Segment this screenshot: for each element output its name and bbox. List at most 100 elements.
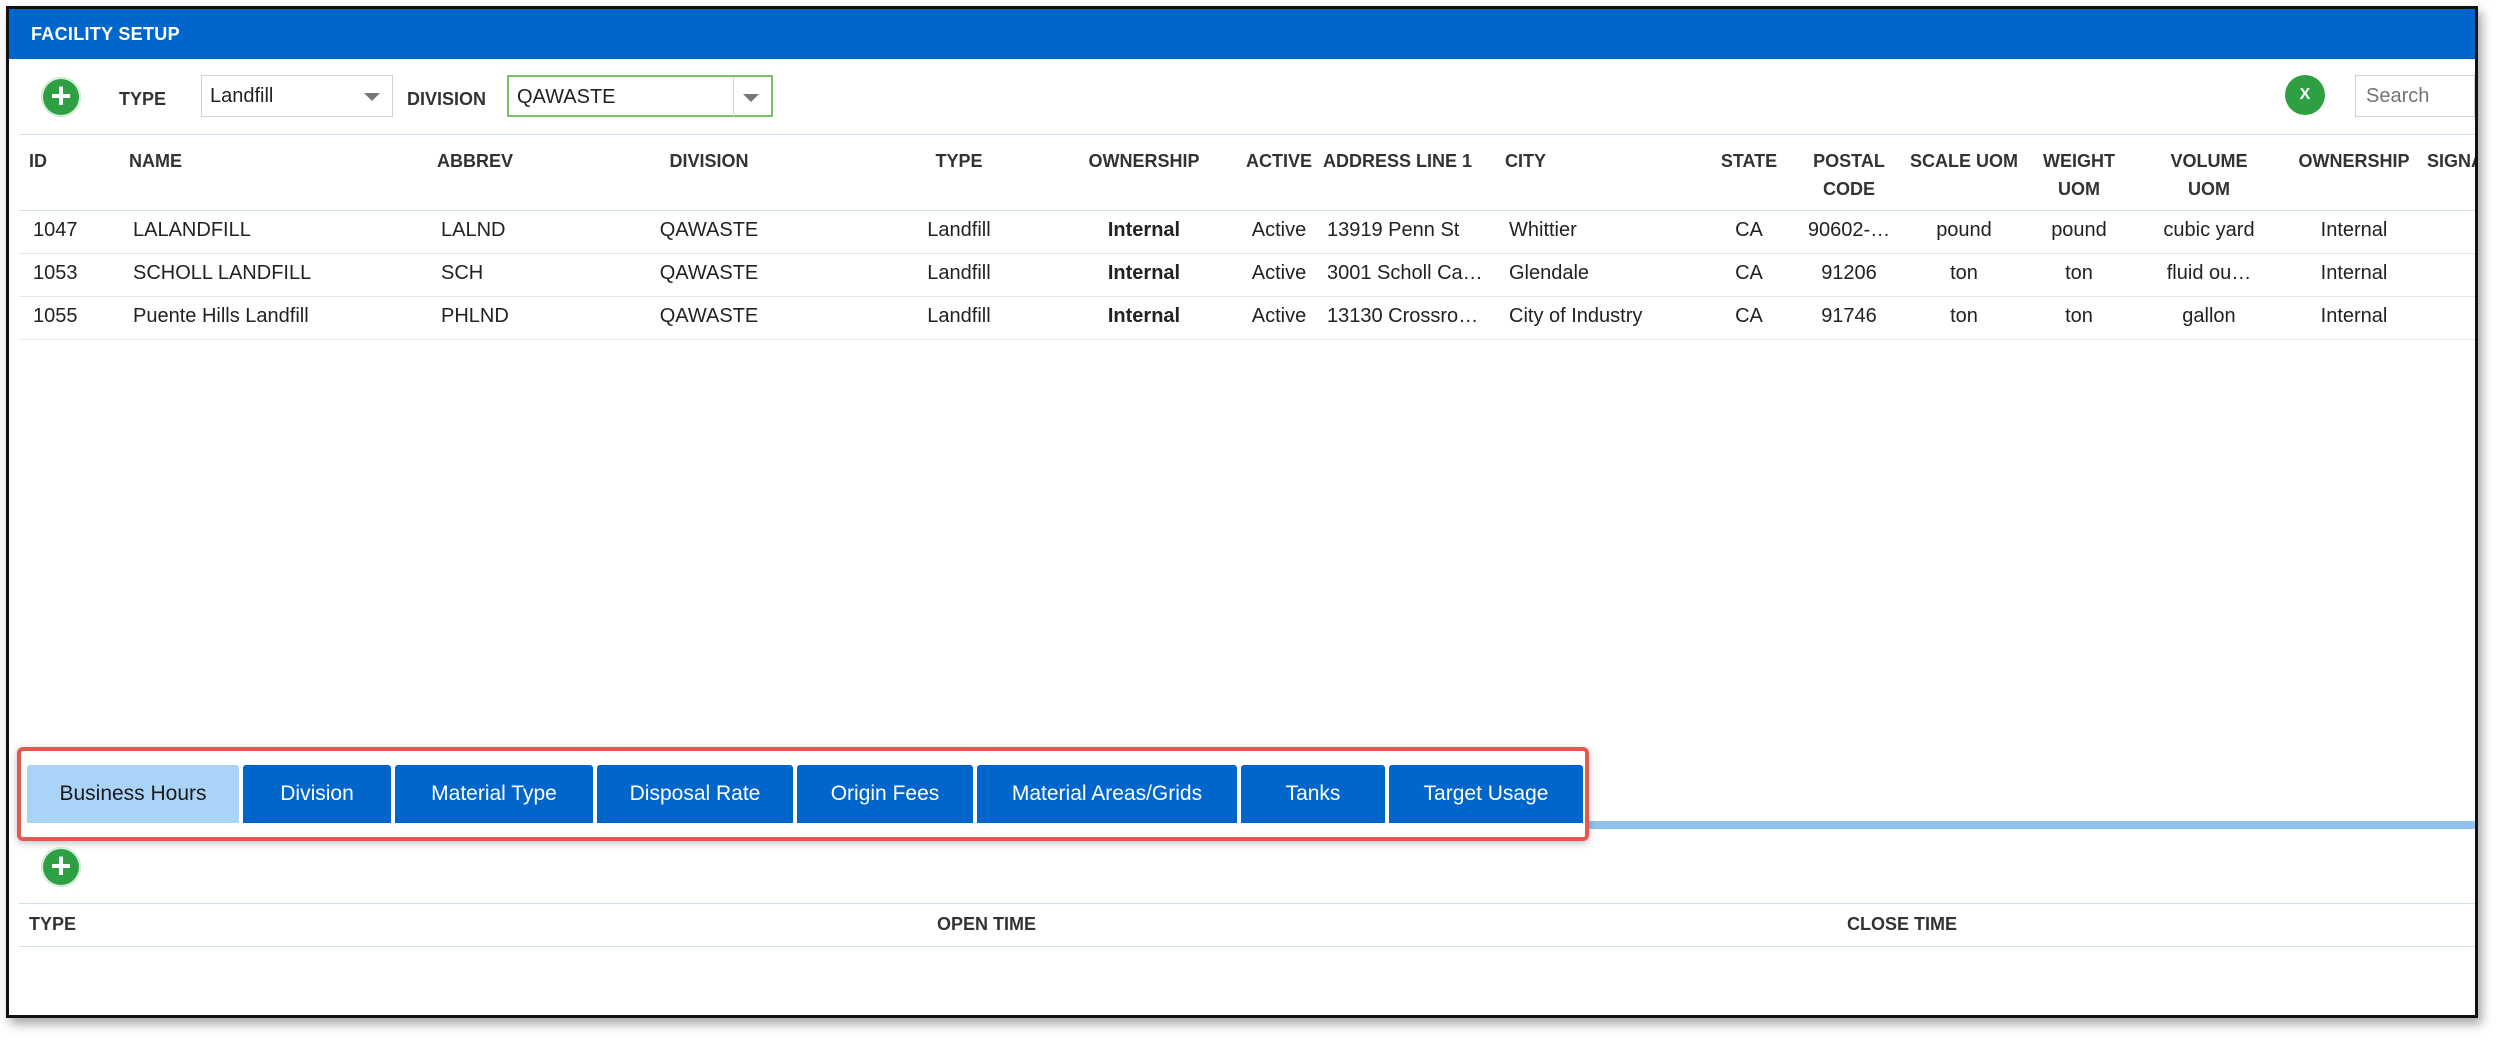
cell-type: Landfill [927, 305, 991, 327]
cell-type: Landfill [927, 219, 991, 241]
type-dropdown-value: Landfill [210, 85, 274, 107]
col-address[interactable]: ADDRESS LINE 1 [1323, 147, 1472, 175]
cell-state: CA [1735, 219, 1763, 241]
division-dropdown-value: QAWASTE [517, 86, 616, 108]
type-label: TYPE [119, 89, 167, 109]
cell-volume-uom: fluid ou… [2166, 262, 2252, 284]
cell-division: QAWASTE [659, 305, 759, 327]
col-volume-uom-line2: UOM [2188, 179, 2230, 199]
tab-disposal-rate[interactable]: Disposal Rate [597, 765, 793, 823]
add-facility-button[interactable]: + [41, 77, 81, 117]
cell-weight-uom: ton [2065, 305, 2093, 327]
cell-active: Active [1251, 262, 1307, 284]
cell-volume-uom: gallon [2182, 305, 2236, 327]
cell-ownership2: Internal [2320, 305, 2388, 327]
table-row[interactable]: 1047 LALANDFILL LALND QAWASTE Landfill Intern… [19, 211, 2475, 254]
cell-abbrev: PHLND [441, 305, 509, 327]
cell-ownership: Internal [1107, 262, 1181, 284]
cell-division: QAWASTE [659, 262, 759, 284]
cell-abbrev: LALND [441, 219, 506, 241]
cell-city: Glendale [1509, 262, 1590, 284]
cell-type: Landfill [927, 262, 991, 284]
page-title: FACILITY SETUP [9, 9, 2475, 59]
plus-circle-icon: + [50, 75, 72, 116]
cell-postal: 90602-… [1807, 219, 1891, 241]
col-state[interactable]: STATE [1709, 147, 1789, 175]
col-volume-uom-line1: VOLUME [2170, 151, 2248, 171]
cell-id: 1055 [33, 305, 78, 327]
cell-id: 1053 [33, 262, 78, 284]
cell-ownership: Internal [1107, 305, 1181, 327]
table-row[interactable]: 1055 Puente Hills Landfill PHLND QAWASTE Lan… [19, 297, 2475, 340]
col-city[interactable]: CITY [1505, 147, 1546, 175]
tab-origin-fees[interactable]: Origin Fees [797, 765, 973, 823]
col-weight-uom[interactable]: WEIGHT UOM [2029, 147, 2129, 203]
col-signature[interactable]: SIGNA [2427, 147, 2475, 175]
col-active[interactable]: ACTIVE [1229, 147, 1329, 175]
cell-postal: 91206 [1821, 262, 1877, 284]
cell-postal: 91746 [1821, 305, 1877, 327]
cell-state: CA [1735, 262, 1763, 284]
cell-city: Whittier [1509, 219, 1577, 241]
col-postal-code[interactable]: POSTAL CODE [1799, 147, 1899, 203]
col-close-time[interactable]: CLOSE TIME [1847, 914, 1957, 935]
facility-grid: ID NAME ABBREV DIVISION TYPE OWNERSHIP A… [19, 137, 2475, 340]
cell-active: Active [1251, 219, 1307, 241]
excel-export-icon[interactable]: X [2285, 75, 2325, 115]
tab-business-hours[interactable]: Business Hours [27, 765, 239, 823]
division-label: DIVISION [407, 89, 487, 109]
col-ownership[interactable]: OWNERSHIP [1079, 147, 1209, 175]
business-hours-header: TYPE OPEN TIME CLOSE TIME [19, 903, 2475, 947]
tab-division[interactable]: Division [243, 765, 391, 823]
plus-circle-icon: + [50, 845, 72, 886]
chevron-down-icon[interactable] [354, 76, 392, 116]
cell-name: LALANDFILL [133, 219, 251, 241]
cell-abbrev: SCH [441, 262, 484, 284]
cell-ownership: Internal [1107, 219, 1181, 241]
cell-address: 3001 Scholl Ca… [1327, 262, 1483, 284]
tab-target-usage[interactable]: Target Usage [1389, 765, 1583, 823]
col-id[interactable]: ID [29, 147, 47, 175]
cell-scale-uom: ton [1950, 262, 1978, 284]
col-postal-code-line2: CODE [1822, 179, 1875, 199]
cell-active: Active [1251, 305, 1307, 327]
col-division[interactable]: DIVISION [649, 147, 769, 175]
tab-material-type[interactable]: Material Type [395, 765, 593, 823]
tab-material-areas-grids[interactable]: Material Areas/Grids [977, 765, 1237, 823]
cell-volume-uom: cubic yard [2163, 219, 2255, 241]
col-open-time[interactable]: OPEN TIME [937, 914, 1036, 935]
add-business-hours-button[interactable]: + [41, 847, 81, 887]
cell-ownership2: Internal [2320, 219, 2388, 241]
grid-header: ID NAME ABBREV DIVISION TYPE OWNERSHIP A… [19, 137, 2475, 211]
tab-tanks[interactable]: Tanks [1241, 765, 1385, 823]
tab-strip-underline [1589, 821, 2475, 829]
cell-scale-uom: pound [1936, 219, 1992, 241]
cell-name: Puente Hills Landfill [133, 305, 309, 327]
col-ownership-2[interactable]: OWNERSHIP [2289, 147, 2419, 175]
chevron-down-icon[interactable] [733, 77, 771, 117]
cell-scale-uom: ton [1950, 305, 1978, 327]
cell-id: 1047 [33, 219, 78, 241]
table-row[interactable]: 1053 SCHOLL LANDFILL SCH QAWASTE Landfill Int… [19, 254, 2475, 297]
col-scale-uom[interactable]: SCALE UOM [1899, 147, 2029, 175]
cell-address: 13130 Crossroa… [1327, 305, 1487, 327]
cell-weight-uom: ton [2065, 262, 2093, 284]
col-type[interactable]: TYPE [899, 147, 1019, 175]
cell-state: CA [1735, 305, 1763, 327]
grid-body: 1047 LALANDFILL LALND QAWASTE Landfill Intern… [19, 211, 2475, 340]
cell-city: City of Industry [1509, 305, 1643, 327]
col-abbrev[interactable]: ABBREV [437, 147, 513, 175]
col-weight-uom-line1: WEIGHT [2043, 151, 2115, 171]
division-dropdown[interactable]: QAWASTE [507, 75, 773, 117]
search-input[interactable] [2355, 75, 2475, 117]
type-dropdown[interactable]: Landfill [201, 75, 393, 117]
cell-name: SCHOLL LANDFILL [133, 262, 312, 284]
col-name[interactable]: NAME [129, 147, 182, 175]
filter-toolbar: + TYPE Landfill DIVISION QAWASTE X [19, 59, 2475, 135]
col-postal-code-line1: POSTAL [1813, 151, 1885, 171]
col-bh-type[interactable]: TYPE [29, 914, 76, 935]
cell-weight-uom: pound [2051, 219, 2107, 241]
col-volume-uom[interactable]: VOLUME UOM [2149, 147, 2269, 203]
cell-ownership2: Internal [2320, 262, 2388, 284]
cell-division: QAWASTE [659, 219, 759, 241]
